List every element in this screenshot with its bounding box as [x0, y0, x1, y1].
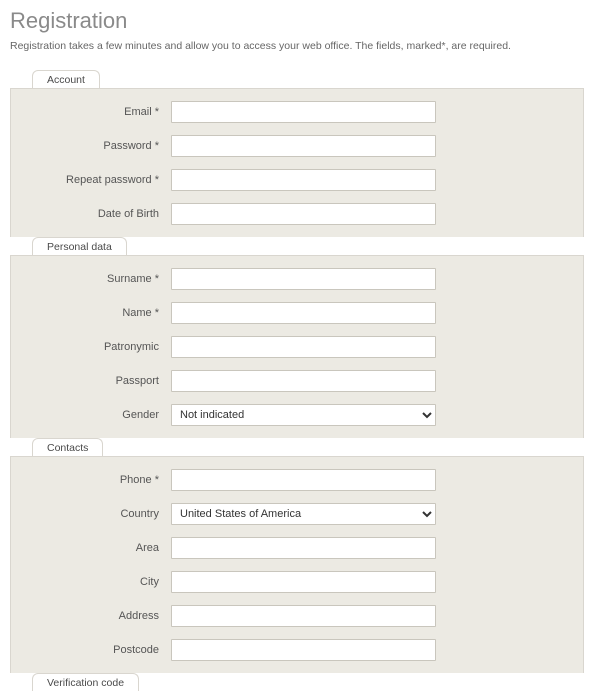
postcode-field[interactable]	[171, 639, 436, 661]
phone-field[interactable]	[171, 469, 436, 491]
label-gender: Gender	[21, 409, 171, 421]
section-personal: Personal data Surname * Name * Patronymi…	[10, 237, 584, 438]
tab-verification: Verification code	[32, 673, 139, 691]
tab-account: Account	[32, 70, 100, 88]
label-country: Country	[21, 508, 171, 520]
city-field[interactable]	[171, 571, 436, 593]
label-name: Name *	[21, 307, 171, 319]
label-passport: Passport	[21, 375, 171, 387]
tab-personal: Personal data	[32, 237, 127, 255]
label-postcode: Postcode	[21, 644, 171, 656]
name-field[interactable]	[171, 302, 436, 324]
gender-select[interactable]: Not indicated	[171, 404, 436, 426]
label-password: Password *	[21, 140, 171, 152]
label-email: Email *	[21, 106, 171, 118]
dob-field[interactable]	[171, 203, 436, 225]
page-title: Registration	[10, 8, 584, 34]
label-repeat-password: Repeat password *	[21, 174, 171, 186]
address-field[interactable]	[171, 605, 436, 627]
section-contacts: Contacts Phone * Country United States o…	[10, 438, 584, 673]
label-patronymic: Patronymic	[21, 341, 171, 353]
label-dob: Date of Birth	[21, 208, 171, 220]
passport-field[interactable]	[171, 370, 436, 392]
section-account: Account Email * Password * Repeat passwo…	[10, 70, 584, 237]
label-city: City	[21, 576, 171, 588]
label-address: Address	[21, 610, 171, 622]
surname-field[interactable]	[171, 268, 436, 290]
email-field[interactable]	[171, 101, 436, 123]
label-surname: Surname *	[21, 273, 171, 285]
repeat-password-field[interactable]	[171, 169, 436, 191]
area-field[interactable]	[171, 537, 436, 559]
label-phone: Phone *	[21, 474, 171, 486]
section-verification: Verification code	[10, 673, 584, 691]
password-field[interactable]	[171, 135, 436, 157]
tab-contacts: Contacts	[32, 438, 103, 456]
label-area: Area	[21, 542, 171, 554]
intro-text: Registration takes a few minutes and all…	[10, 40, 584, 52]
country-select[interactable]: United States of America	[171, 503, 436, 525]
patronymic-field[interactable]	[171, 336, 436, 358]
